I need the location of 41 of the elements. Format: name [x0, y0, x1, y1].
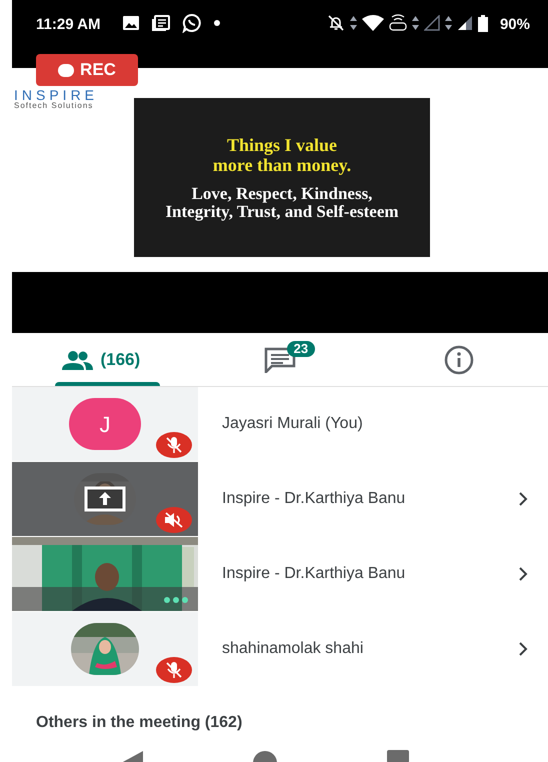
section-heading: Others in the meeting (162) — [36, 713, 244, 733]
participant-name: Jayasri Murali (You) — [222, 414, 364, 434]
participant-name: Inspire - Dr.Karthiya Banu — [222, 564, 406, 584]
news-icon — [152, 15, 170, 31]
logo-tagline: Softech Solutions — [14, 102, 94, 110]
wifi-icon — [362, 15, 384, 31]
info-icon — [444, 344, 474, 374]
up-down-arrows-icon — [444, 16, 452, 30]
people-tab[interactable]: (166) — [12, 333, 191, 386]
rec-badge: REC — [36, 54, 138, 86]
chat-icon — [264, 346, 296, 372]
participant-name: shahinamolak shahi — [222, 639, 364, 659]
screen-share-icon — [84, 486, 126, 512]
chevron-right-icon[interactable] — [518, 491, 528, 507]
participant-count: (166) — [100, 348, 140, 371]
logo-text: INSPIRE — [14, 88, 98, 102]
people-icon — [62, 350, 94, 370]
signal-empty-icon — [424, 15, 440, 31]
battery-icon — [478, 14, 488, 32]
clock: 11:29 AM — [36, 15, 100, 35]
up-down-arrows-icon — [350, 16, 357, 30]
chevron-right-icon[interactable] — [518, 641, 528, 657]
slide-body: Love, Respect, Kindness, Integrity, Trust, and Self-esteem — [164, 184, 400, 220]
dot-icon — [214, 20, 220, 26]
chat-bubble-icon — [182, 13, 202, 33]
signal-icon — [456, 15, 473, 31]
participant-name: Inspire - Dr.Karthiya Banu — [222, 489, 406, 509]
chat-tab[interactable]: 23 — [190, 333, 370, 386]
participant-row[interactable]: shahinamolak shahi — [12, 612, 548, 686]
participant-row[interactable]: Inspire - Dr.Karthiya Banu — [12, 537, 548, 611]
slide-heading: Things I value more than money. — [212, 134, 352, 174]
chevron-right-icon[interactable] — [518, 566, 528, 582]
participant-row[interactable]: J Jayasri Murali (You) — [12, 387, 548, 461]
battery-percent: 90% — [500, 15, 530, 35]
bell-off-icon — [326, 14, 345, 32]
avatar: J — [69, 398, 141, 450]
image-icon — [122, 15, 140, 31]
up-down-arrows-icon — [412, 16, 419, 30]
participant-row[interactable]: Inspire - Dr.Karthiya Banu — [12, 462, 548, 536]
volte-icon — [388, 14, 407, 32]
unread-badge: 23 — [286, 341, 316, 357]
